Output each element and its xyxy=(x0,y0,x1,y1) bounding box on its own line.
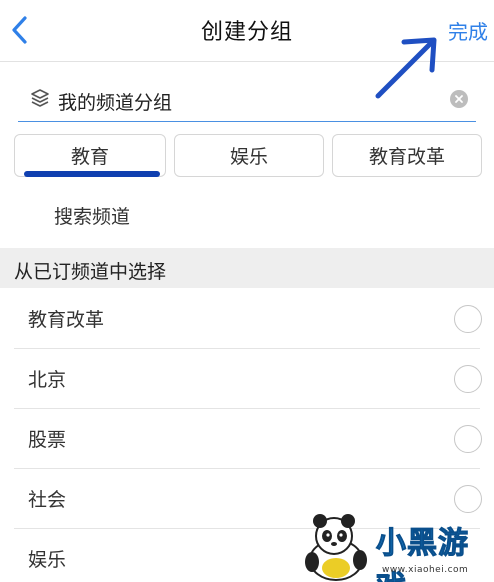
group-name-field[interactable]: 我的频道分组 xyxy=(18,80,476,122)
section-title: 从已订频道中选择 xyxy=(14,261,167,283)
select-radio[interactable] xyxy=(454,365,482,393)
channel-label: 教育改革 xyxy=(28,309,105,331)
channel-label: 社会 xyxy=(28,489,67,511)
watermark-url: www.xiaohei.com xyxy=(382,565,469,575)
section-header: 从已订频道中选择 xyxy=(0,248,494,288)
tab-entertainment[interactable]: 娱乐 xyxy=(174,134,324,177)
panda-mascot-icon xyxy=(305,514,367,581)
channel-label: 北京 xyxy=(28,369,67,391)
channel-label: 娱乐 xyxy=(28,549,67,571)
done-button[interactable]: 完成 xyxy=(448,16,488,45)
close-icon xyxy=(455,95,463,103)
list-item[interactable]: 教育改革 xyxy=(14,289,482,349)
watermark-logo: 小黑游戏 www.xiaohei.com xyxy=(296,512,494,582)
list-item[interactable]: 北京 xyxy=(14,349,482,409)
select-radio[interactable] xyxy=(454,485,482,513)
list-item[interactable]: 股票 xyxy=(14,409,482,469)
tab-education-reform[interactable]: 教育改革 xyxy=(332,134,482,177)
clear-input-button[interactable] xyxy=(450,90,468,108)
group-name-value: 我的频道分组 xyxy=(58,92,173,114)
select-radio[interactable] xyxy=(454,305,482,333)
select-radio[interactable] xyxy=(454,425,482,453)
channel-label: 股票 xyxy=(28,429,67,451)
search-channels-link[interactable]: 搜索频道 xyxy=(54,202,130,229)
selected-tab-indicator xyxy=(24,171,160,177)
layers-icon xyxy=(31,89,49,107)
